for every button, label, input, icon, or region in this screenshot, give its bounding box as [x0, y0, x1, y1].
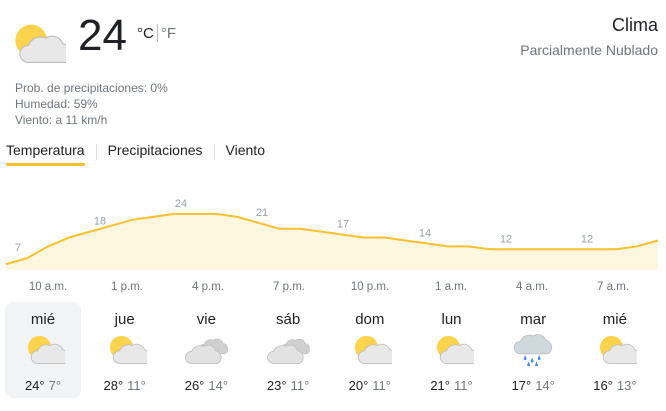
day-temperatures: 16° 13° — [577, 378, 653, 393]
partly-cloudy-icon — [21, 334, 69, 366]
day-temperatures: 26° 14° — [168, 378, 244, 393]
temperature-chart[interactable]: 7 18 24 21 17 14 12 12 10 a.m. 1 p.m. 4 p.m. 7 p.m.… — [0, 188, 666, 298]
day-name: mié — [602, 311, 627, 328]
low-temperature: 14° — [535, 378, 555, 393]
chart-x-tick-label: 4 a.m. — [516, 281, 548, 293]
chart-x-tick-label: 10 a.m. — [29, 281, 67, 293]
low-temperature: 11° — [290, 378, 310, 393]
tab-divider — [95, 144, 97, 160]
chart-data-label: 7 — [15, 242, 21, 254]
chart-x-tick-label: 7 p.m. — [273, 281, 305, 293]
tab-divider — [213, 144, 215, 160]
current-temperature: 24 — [78, 11, 127, 60]
low-temperature: 11° — [372, 378, 391, 393]
chart-data-label: 12 — [581, 233, 593, 245]
chart-x-tick-label: 7 a.m. — [597, 281, 629, 293]
chart-data-label: 14 — [419, 227, 431, 239]
celsius-button[interactable]: °C — [137, 25, 154, 42]
partly-cloudy-icon — [430, 334, 478, 366]
weather-details: Prob. de precipitaciones: 0% Humedad: 59… — [15, 80, 168, 128]
unit-separator — [156, 24, 158, 42]
fahrenheit-button[interactable]: °F — [161, 25, 176, 42]
high-temperature: 24° — [24, 378, 45, 393]
chart-data-label: 24 — [175, 198, 187, 210]
day-name: lun — [441, 311, 462, 328]
low-temperature: 7° — [48, 378, 62, 393]
unit-toggle: °C °F — [137, 24, 176, 42]
chart-x-tick-label: 1 a.m. — [435, 281, 467, 293]
day-name: mié — [30, 311, 56, 328]
chart-x-tick-label: 4 p.m. — [192, 281, 224, 293]
low-temperature: 14° — [208, 378, 229, 393]
chart-data-label: 12 — [500, 233, 512, 245]
chart-data-label: 21 — [256, 207, 268, 219]
high-temperature: 17° — [511, 378, 532, 393]
high-temperature: 16° — [593, 378, 613, 393]
tab-wind[interactable]: Viento — [226, 140, 265, 168]
tab-precipitation[interactable]: Precipitaciones — [108, 140, 203, 168]
cloudy-icon — [266, 334, 311, 366]
partly-cloudy-icon — [6, 22, 72, 66]
day-forecast-7[interactable]: mié 16° 13° — [577, 302, 653, 398]
wind: Viento: a 11 km/h — [15, 113, 108, 127]
low-temperature: 11° — [127, 378, 146, 393]
partly-cloudy-icon — [348, 334, 396, 366]
day-forecast-1[interactable]: jue 28° 11° — [87, 302, 163, 398]
high-temperature: 26° — [184, 378, 205, 393]
high-temperature: 20° — [348, 378, 369, 393]
day-temperatures: 17° 14° — [495, 378, 571, 393]
day-name: mar — [520, 311, 547, 328]
day-forecast-5[interactable]: lun 21° 11° — [414, 302, 490, 398]
low-temperature: 11° — [453, 378, 473, 393]
precipitation-probability: Prob. de precipitaciones: 0% — [15, 81, 168, 95]
day-forecast-2[interactable]: vie 26° 14° — [168, 302, 244, 398]
cloudy-icon — [184, 334, 229, 366]
day-name: dom — [355, 311, 385, 328]
day-name: vie — [196, 311, 216, 328]
tab-temperature[interactable]: Temperatura — [6, 140, 85, 168]
partly-cloudy-icon — [593, 334, 641, 366]
daily-forecast: mié 24° 7° jue 28° 11° vie 26° 14° sáb 23° 11° d… — [0, 302, 666, 402]
weather-title: Clima — [611, 15, 658, 35]
day-temperatures: 23° 11° — [250, 378, 326, 393]
day-forecast-0[interactable]: mié 24° 7° — [5, 302, 81, 398]
day-forecast-3[interactable]: sáb 23° 11° — [250, 302, 326, 398]
chart-data-label: 17 — [337, 219, 349, 231]
forecast-tabs: Temperatura Precipitaciones Viento — [6, 140, 265, 170]
high-temperature: 28° — [103, 378, 124, 393]
chart-x-tick-label: 1 p.m. — [111, 281, 143, 293]
day-forecast-6[interactable]: mar 17° 14° — [495, 302, 571, 398]
high-temperature: 21° — [430, 378, 450, 393]
chart-data-label: 18 — [94, 216, 106, 228]
low-temperature: 13° — [616, 378, 637, 393]
day-temperatures: 20° 11° — [332, 378, 408, 393]
weather-condition: Parcialmente Nublado — [520, 42, 658, 58]
day-name: jue — [114, 311, 135, 328]
day-forecast-4[interactable]: dom 20° 11° — [332, 302, 408, 398]
rain-icon — [511, 334, 555, 367]
humidity: Humedad: 59% — [15, 97, 98, 111]
day-name: sáb — [276, 311, 301, 328]
chart-x-tick-label: 10 p.m. — [351, 281, 389, 293]
high-temperature: 23° — [266, 378, 287, 393]
partly-cloudy-icon — [103, 334, 151, 366]
day-temperatures: 24° 7° — [5, 378, 81, 393]
day-temperatures: 28° 11° — [87, 378, 163, 393]
day-temperatures: 21° 11° — [414, 378, 490, 393]
